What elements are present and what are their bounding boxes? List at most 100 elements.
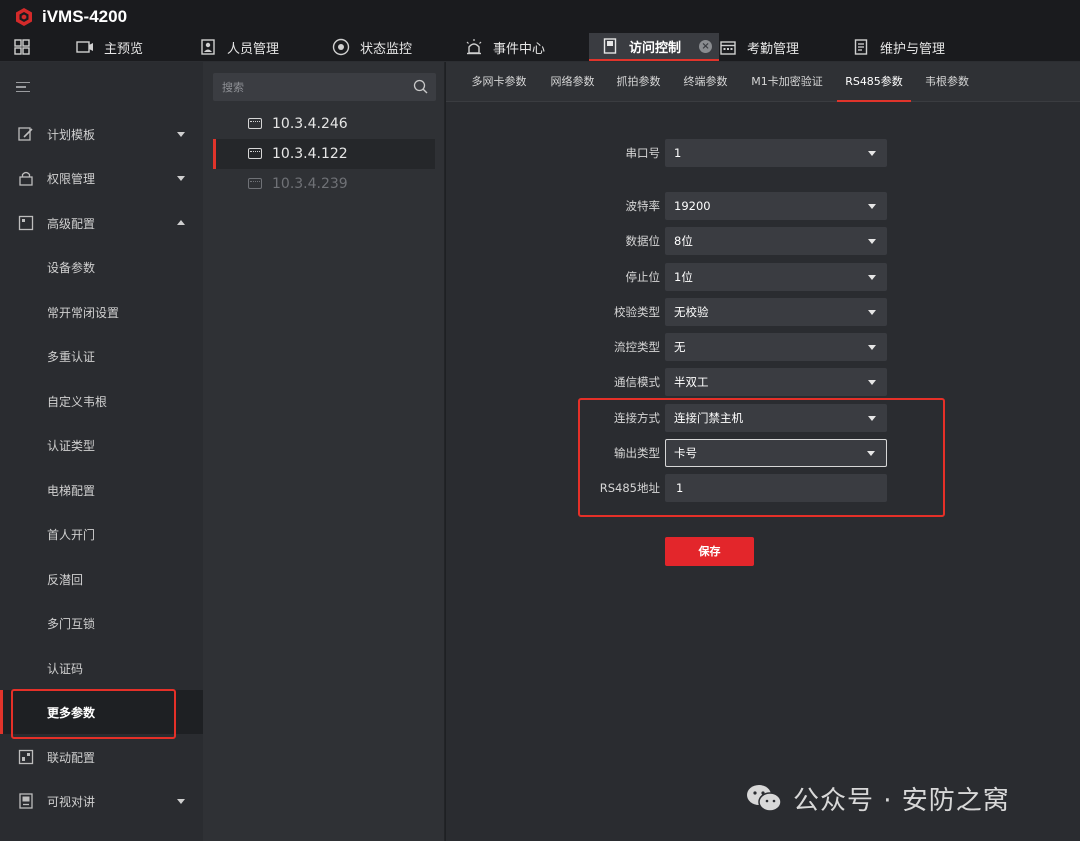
device-item-offline[interactable]: 10.3.4.239 [203, 169, 445, 199]
annotation-highlight-box [578, 398, 945, 517]
title-bar: iVMS-4200 [0, 0, 1080, 34]
device-list-panel: 搜索 10.3.4.246 10.3.4.122 10.3.4.239 [203, 62, 445, 841]
sidebar-item-label: 权限管理 [47, 171, 96, 186]
chevron-down-icon [868, 310, 876, 315]
sidebar: 计划模板 权限管理 高级配置 设备参数 常开常闭设置 多重认证 自定义韦根 认证… [0, 62, 203, 841]
sidebar-toggle[interactable] [0, 62, 203, 112]
chevron-up-icon [177, 220, 185, 225]
serial-port-label: 串口号 [625, 146, 661, 160]
tab-person-management[interactable]: 人员管理 [199, 33, 332, 61]
sidebar-item-label: 可视对讲 [47, 794, 96, 809]
alarm-icon [465, 39, 483, 55]
search-icon[interactable] [413, 79, 428, 94]
watermark: 公众号 · 安防之窝 [745, 780, 1010, 816]
device-item-selected[interactable]: 10.3.4.122 [213, 139, 435, 169]
tab-m1-card-encryption[interactable]: M1卡加密验证 [746, 62, 828, 102]
serial-port-row: 串口号 1 [446, 139, 1080, 167]
comm-mode-value: 半双工 [674, 375, 709, 389]
sidebar-item-custom-wiegand[interactable]: 自定义韦根 [0, 379, 203, 423]
access-controller-icon [248, 148, 262, 159]
save-button[interactable]: 保存 [665, 537, 754, 566]
sidebar-item-elevator-config[interactable]: 电梯配置 [0, 468, 203, 512]
chevron-down-icon [868, 151, 876, 156]
parity-row: 校验类型 无校验 [446, 298, 1080, 326]
tab-maintenance[interactable]: 维护与管理 [852, 33, 972, 61]
sidebar-item-video-intercom[interactable]: 可视对讲 [0, 779, 203, 823]
dial-icon [332, 38, 350, 56]
sidebar-item-label: 常开常闭设置 [47, 305, 120, 320]
main-content: 多网卡参数 网络参数 抓拍参数 终端参数 M1卡加密验证 RS485参数 韦根参… [446, 62, 1080, 841]
menu-icon [16, 79, 30, 96]
tab-label: 主预览 [104, 41, 144, 57]
tab-network-params[interactable]: 网络参数 [545, 62, 600, 102]
sidebar-item-advanced-config[interactable]: 高级配置 [0, 201, 203, 245]
sidebar-item-multi-door-interlock[interactable]: 多门互锁 [0, 601, 203, 645]
tab-multi-nic-params[interactable]: 多网卡参数 [466, 62, 532, 102]
sidebar-item-label: 反潜回 [47, 572, 84, 587]
clipboard-icon [852, 39, 870, 55]
tab-label: 事件中心 [493, 41, 546, 57]
sidebar-item-first-person-open[interactable]: 首人开门 [0, 512, 203, 556]
tab-capture-params[interactable]: 抓拍参数 [611, 62, 666, 102]
stop-bits-value: 1位 [674, 270, 693, 284]
tab-attendance[interactable]: 考勤管理 [719, 33, 852, 61]
sidebar-item-normally-open-close[interactable]: 常开常闭设置 [0, 290, 203, 334]
device-search-input[interactable]: 搜索 [213, 73, 436, 101]
access-controller-icon [248, 118, 262, 129]
device-ip: 10.3.4.246 [272, 116, 348, 132]
flow-control-select[interactable]: 无 [665, 333, 887, 361]
sidebar-item-multi-auth[interactable]: 多重认证 [0, 334, 203, 378]
calendar-icon [719, 39, 737, 55]
sidebar-item-label: 联动配置 [47, 750, 96, 765]
sidebar-item-device-params[interactable]: 设备参数 [0, 245, 203, 289]
grid-icon [18, 215, 34, 231]
main-tab-bar: 主预览 人员管理 状态监控 事件中心 访问控制 × 考勤管理 维护与管理 [0, 33, 1080, 62]
sidebar-item-auth-type[interactable]: 认证类型 [0, 423, 203, 467]
lock-icon [19, 171, 33, 186]
sidebar-item-anti-passback[interactable]: 反潜回 [0, 557, 203, 601]
parity-label: 校验类型 [614, 305, 660, 319]
parity-value: 无校验 [674, 305, 709, 319]
flow-control-label: 流控类型 [614, 340, 660, 354]
comm-mode-label: 通信模式 [614, 375, 660, 389]
tab-status-monitor[interactable]: 状态监控 [332, 33, 465, 61]
flow-control-value: 无 [674, 340, 686, 354]
apps-grid-icon[interactable] [14, 39, 30, 55]
sidebar-item-label: 认证类型 [47, 438, 96, 453]
hikvision-logo-icon [16, 8, 32, 26]
tab-main-preview[interactable]: 主预览 [76, 33, 199, 61]
tab-wiegand-params[interactable]: 韦根参数 [920, 62, 974, 102]
stop-bits-select[interactable]: 1位 [665, 263, 887, 291]
comm-mode-row: 通信模式 半双工 [446, 368, 1080, 396]
flow-control-row: 流控类型 无 [446, 333, 1080, 361]
tab-terminal-params[interactable]: 终端参数 [678, 62, 733, 102]
tab-event-center[interactable]: 事件中心 [465, 33, 589, 61]
tab-label: 人员管理 [227, 41, 280, 57]
watermark-text: 公众号 · 安防之窝 [793, 785, 1010, 816]
sidebar-item-schedule-template[interactable]: 计划模板 [0, 112, 203, 156]
data-bits-select[interactable]: 8位 [665, 227, 887, 255]
param-tabs: 多网卡参数 网络参数 抓拍参数 终端参数 M1卡加密验证 RS485参数 韦根参… [446, 62, 1080, 102]
close-tab-icon[interactable]: × [699, 39, 713, 53]
sidebar-item-linkage-config[interactable]: 联动配置 [0, 735, 203, 779]
serial-port-select[interactable]: 1 [665, 139, 887, 167]
device-item[interactable]: 10.3.4.246 [203, 109, 445, 139]
link-icon [18, 749, 34, 765]
chevron-down-icon [868, 345, 876, 350]
sidebar-item-auth-code[interactable]: 认证码 [0, 646, 203, 690]
sidebar-item-label: 设备参数 [47, 260, 96, 275]
door-icon [601, 38, 619, 54]
sidebar-item-label: 认证码 [47, 661, 84, 676]
sidebar-item-label: 首人开门 [47, 527, 96, 542]
tab-label: 访问控制 [629, 40, 682, 56]
chevron-down-icon [177, 132, 185, 137]
device-ip: 10.3.4.122 [272, 146, 348, 162]
baud-rate-select[interactable]: 19200 [665, 192, 887, 220]
chevron-down-icon [177, 799, 185, 804]
parity-select[interactable]: 无校验 [665, 298, 887, 326]
comm-mode-select[interactable]: 半双工 [665, 368, 887, 396]
tab-rs485-params[interactable]: RS485参数 [837, 62, 911, 102]
app-title: iVMS-4200 [42, 7, 128, 26]
tab-access-control[interactable]: 访问控制 × [589, 33, 719, 61]
sidebar-item-permission[interactable]: 权限管理 [0, 156, 203, 200]
